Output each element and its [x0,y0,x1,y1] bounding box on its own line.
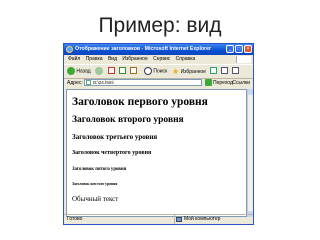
zone-text: Мой компьютер [174,215,220,224]
windows-logo-icon [236,56,251,63]
favorites-button[interactable]: ★ Избранное [172,67,206,76]
slide-title: Пример: вид [98,14,222,37]
refresh-button[interactable] [119,67,126,76]
search-label: Поиск [153,68,168,75]
heading-level-6: Заголовок шестого уровня [72,182,118,186]
status-text: Готово [67,216,83,222]
plain-paragraph: Обычный текст [72,195,119,203]
scroll-up-icon[interactable] [248,89,253,95]
menu-edit[interactable]: Правка [86,56,103,62]
links-button[interactable]: Ссылки [232,78,250,88]
address-label: Адрес: [67,80,83,86]
history-icon [221,67,228,75]
status-bar: Готово Мой компьютер [64,214,253,224]
heading-level-2: Заголовок второго уровня [72,115,184,125]
mail-button[interactable] [232,67,239,76]
home-icon [130,67,137,75]
menu-help[interactable]: Справка [176,56,196,62]
heading-level-4: Заголовок четвертого уровня [72,150,152,156]
back-button[interactable]: Назад [67,67,91,76]
go-arrow-icon [205,79,212,87]
home-button[interactable] [130,67,137,76]
page-content: Заголовок первого уровня Заголовок второ… [66,89,247,217]
menu-bar: Файл Правка Вид Избранное Сервис Справка [64,55,253,64]
address-value: D:\24.html [93,80,114,85]
stop-button[interactable] [108,67,115,76]
menu-tools[interactable]: Сервис [153,56,170,62]
media-icon [210,67,217,75]
minimize-button[interactable]: _ [226,45,234,53]
browser-window: Отображение заголовков - Microsoft Inter… [63,43,254,225]
mail-icon [232,67,239,75]
address-input[interactable]: D:\24.html [84,79,202,86]
history-button[interactable] [221,67,228,76]
menu-favorites[interactable]: Избранное [122,56,147,62]
maximize-button[interactable]: □ [235,45,243,53]
menu-view[interactable]: Вид [108,56,117,62]
back-label: Назад [76,68,91,75]
heading-level-1: Заголовок первого уровня [72,96,208,108]
address-bar: Адрес: D:\24.html Переход Ссылки [64,78,253,88]
heading-level-3: Заголовок третьего уровня [72,133,158,141]
go-button[interactable]: Переход [205,78,233,88]
window-titlebar[interactable]: Отображение заголовков - Microsoft Inter… [64,44,253,55]
go-label: Переход [213,80,233,86]
star-icon: ★ [172,67,180,76]
page-icon [86,80,91,85]
refresh-icon [119,67,126,75]
forward-arrow-icon [95,67,103,75]
menu-file[interactable]: Файл [68,56,80,62]
search-icon [144,67,152,75]
heading-level-5: Заголовок пятого уровня [72,167,127,172]
back-arrow-icon [67,67,75,75]
forward-button[interactable] [95,67,103,76]
internet-explorer-icon [66,46,73,53]
close-button[interactable]: × [244,45,252,53]
vertical-scrollbar[interactable] [247,89,253,217]
search-button[interactable]: Поиск [144,67,167,76]
window-title: Отображение заголовков - Microsoft Inter… [75,46,211,52]
stop-icon [108,67,115,75]
media-button[interactable] [210,67,217,76]
toolbar: Назад Поиск ★ Избранное [64,64,253,79]
favorites-label: Избранное [180,68,206,75]
